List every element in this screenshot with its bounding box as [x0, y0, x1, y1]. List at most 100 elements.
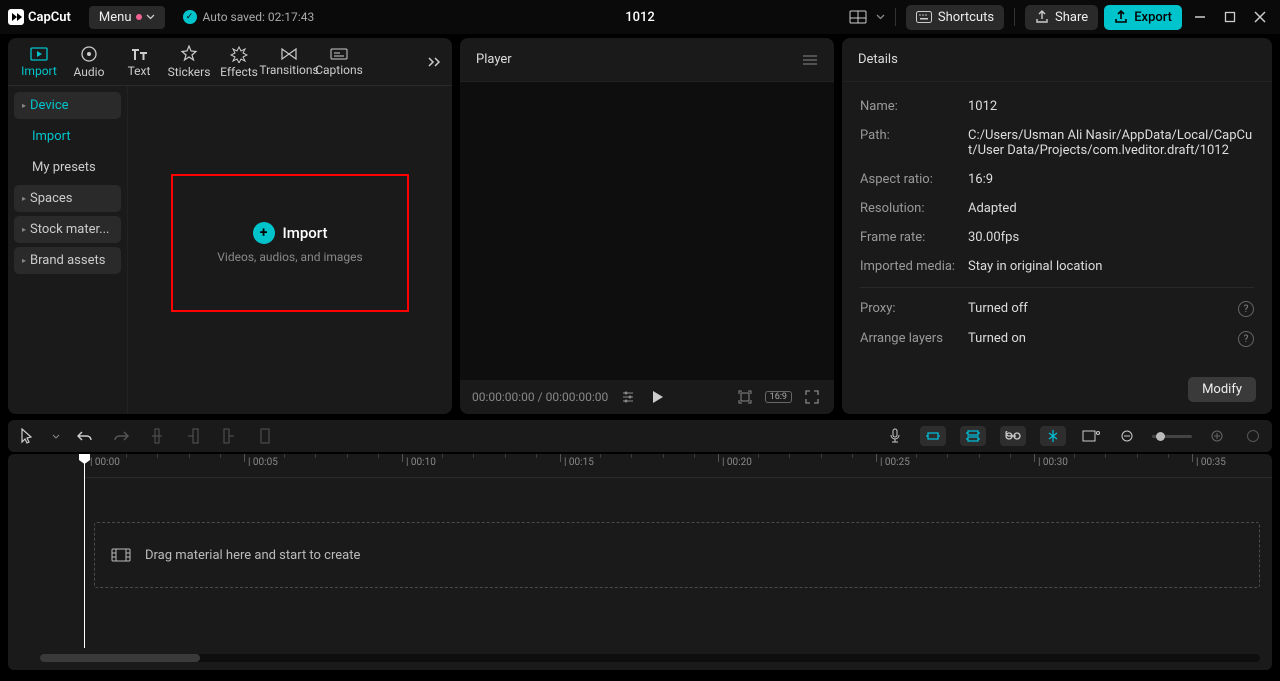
d-layers-value: Turned on [968, 331, 1232, 347]
zoom-in-button[interactable] [1206, 425, 1228, 447]
tab-audio[interactable]: Audio [64, 41, 114, 83]
play-button[interactable] [648, 387, 668, 407]
zoom-fit-button[interactable] [1242, 425, 1264, 447]
d-res-value: Adapted [968, 201, 1254, 216]
shortcuts-button[interactable]: Shortcuts [906, 5, 1004, 30]
scale-button[interactable] [735, 387, 755, 407]
tree-import[interactable]: Import [14, 123, 121, 150]
share-button[interactable]: Share [1025, 5, 1098, 30]
tab-effects[interactable]: Effects [214, 41, 264, 83]
app-name: CapCut [28, 10, 71, 25]
tab-captions[interactable]: Captions [314, 43, 364, 81]
info-icon[interactable]: ? [1238, 301, 1254, 317]
timeline: | 00:00| 00:05| 00:10| 00:15| 00:20| 00:… [8, 454, 1272, 670]
snap-button[interactable] [1040, 426, 1066, 446]
mic-button[interactable] [884, 425, 906, 447]
info-icon[interactable]: ? [1238, 331, 1254, 347]
split-button [146, 425, 168, 447]
trim-right-button [218, 425, 240, 447]
more-tabs-button[interactable] [422, 50, 446, 74]
d-proxy-value: Turned off [968, 301, 1232, 317]
hamburger-icon[interactable] [802, 54, 818, 66]
details-panel: Details Name:1012 Path:C:/Users/Usman Al… [842, 38, 1272, 414]
d-path-value: C:/Users/Usman Ali Nasir/AppData/Local/C… [968, 128, 1254, 158]
import-title: Import [283, 224, 328, 242]
d-aspect-value: 16:9 [968, 172, 1254, 187]
menu-label: Menu [99, 10, 132, 25]
details-header: Details [842, 38, 1272, 82]
plus-icon: + [253, 222, 275, 244]
tab-transitions[interactable]: Transitions [264, 43, 314, 81]
d-fps-label: Frame rate: [860, 230, 968, 245]
timeline-dropzone[interactable]: Drag material here and start to create [94, 522, 1260, 588]
chevron-down-icon [146, 14, 155, 20]
tree-spaces[interactable]: ▸Spaces [14, 185, 121, 212]
layout-button[interactable] [846, 5, 870, 29]
chevron-down-icon[interactable] [876, 14, 885, 20]
menu-button[interactable]: Menu [89, 6, 165, 29]
d-aspect-label: Aspect ratio: [860, 172, 968, 187]
redo-button [110, 425, 132, 447]
media-panel: Import Audio Text Stickers Effects Trans… [8, 38, 452, 414]
trim-left-button [182, 425, 204, 447]
media-source-tree: ▸Device Import My presets ▸Spaces ▸Stock… [8, 86, 128, 414]
tree-stock[interactable]: ▸Stock mater... [14, 216, 121, 243]
app-logo: CapCut [8, 9, 71, 25]
zoom-slider[interactable] [1152, 435, 1192, 438]
d-name-label: Name: [860, 99, 968, 114]
check-icon: ✓ [183, 10, 197, 24]
player-controls: 00:00:00:00 / 00:00:00:00 16:9 [460, 380, 834, 414]
delete-button [254, 425, 276, 447]
timeline-toolbar [8, 420, 1272, 452]
maximize-button[interactable] [1218, 5, 1242, 29]
tree-device[interactable]: ▸Device [14, 92, 121, 119]
playhead[interactable] [84, 454, 85, 648]
pointer-tool[interactable] [16, 425, 38, 447]
timeline-ruler[interactable]: | 00:00| 00:05| 00:10| 00:15| 00:20| 00:… [84, 454, 1272, 478]
d-imported-label: Imported media: [860, 259, 968, 274]
modify-button[interactable]: Modify [1188, 377, 1256, 402]
d-name-value: 1012 [968, 99, 1254, 114]
tree-my-presets[interactable]: My presets [14, 154, 121, 181]
undo-button[interactable] [74, 425, 96, 447]
drop-hint-text: Drag material here and start to create [145, 548, 360, 563]
film-icon [111, 548, 131, 562]
link-button[interactable] [1000, 426, 1026, 446]
import-dropzone[interactable]: + Import Videos, audios, and images [171, 174, 409, 312]
tab-text[interactable]: Text [114, 42, 164, 82]
timeline-scrollbar[interactable] [40, 654, 1260, 662]
tab-import[interactable]: Import [14, 42, 64, 82]
player-viewport[interactable] [460, 82, 834, 380]
d-proxy-label: Proxy: [860, 301, 968, 317]
magnet-main-button[interactable] [920, 426, 946, 446]
details-title: Details [858, 52, 898, 67]
d-res-label: Resolution: [860, 201, 968, 216]
aspect-ratio-badge[interactable]: 16:9 [765, 391, 792, 403]
import-icon [29, 46, 49, 62]
tree-brand[interactable]: ▸Brand assets [14, 247, 121, 274]
magnet-all-button[interactable] [960, 426, 986, 446]
import-subtitle: Videos, audios, and images [217, 250, 362, 264]
d-path-label: Path: [860, 128, 968, 158]
player-header: Player [460, 38, 834, 82]
media-tabs: Import Audio Text Stickers Effects Trans… [8, 38, 452, 86]
close-button[interactable] [1248, 5, 1272, 29]
chevron-down-icon[interactable] [52, 434, 60, 439]
titlebar: CapCut Menu ✓ Auto saved: 02:17:43 1012 … [0, 0, 1280, 34]
d-imported-value: Stay in original location [968, 259, 1254, 274]
player-settings-icon[interactable] [618, 387, 638, 407]
export-button[interactable]: Export [1104, 5, 1182, 30]
zoom-out-button[interactable] [1116, 425, 1138, 447]
minimize-button[interactable] [1188, 5, 1212, 29]
tab-stickers[interactable]: Stickers [164, 41, 214, 83]
effects-icon [230, 45, 248, 63]
d-layers-label: Arrange layers [860, 331, 968, 347]
project-title: 1012 [625, 10, 655, 25]
captions-icon [329, 47, 349, 61]
stickers-icon [180, 45, 198, 63]
preview-track-button[interactable] [1080, 425, 1102, 447]
d-fps-value: 30.00fps [968, 230, 1254, 245]
fullscreen-button[interactable] [802, 387, 822, 407]
autosave-status: ✓ Auto saved: 02:17:43 [183, 10, 315, 24]
menu-dot-icon [136, 14, 142, 20]
